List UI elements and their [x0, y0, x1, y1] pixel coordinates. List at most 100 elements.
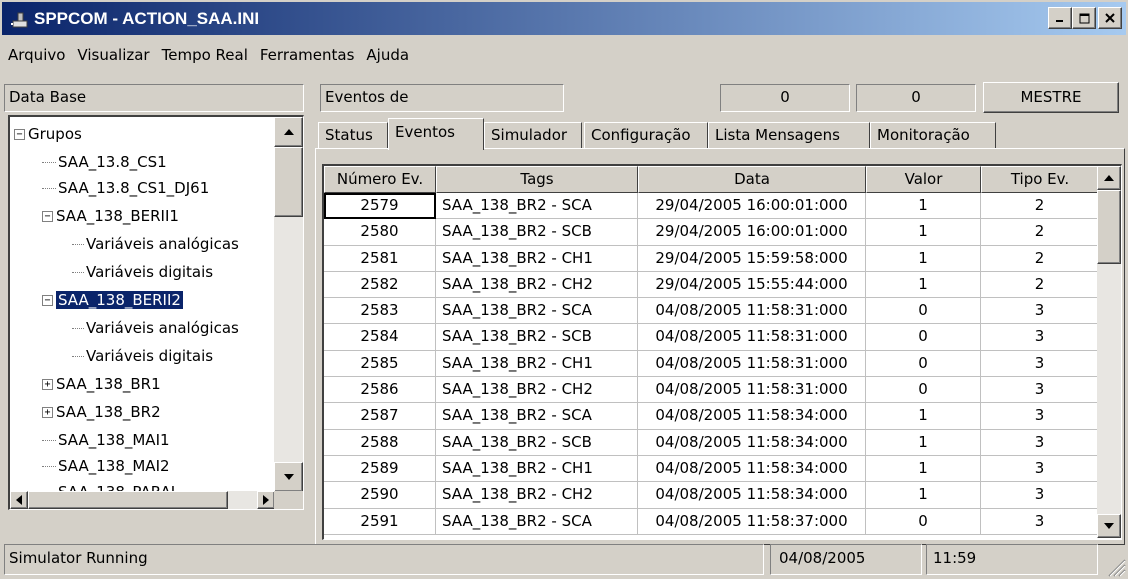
scroll-left-button[interactable]	[10, 491, 28, 509]
cell-data[interactable]: 04/08/2005 11:58:31:000	[638, 298, 866, 325]
menu-ferramentas[interactable]: Ferramentas	[254, 44, 361, 68]
expand-icon[interactable]: +	[42, 378, 53, 390]
table-row[interactable]: 2579 SAA_138_BR2 - SCA 29/04/2005 16:00:01…	[324, 193, 1099, 220]
tab-lista-mensagens[interactable]: Lista Mensagens	[708, 122, 870, 148]
table-row[interactable]: 2587 SAA_138_BR2 - SCA 04/08/2005 11:58:34…	[324, 403, 1099, 430]
cell-numero[interactable]: 2588	[324, 429, 436, 456]
table-row[interactable]: 2584 SAA_138_BR2 - SCB 04/08/2005 11:58:31…	[324, 324, 1099, 351]
grid-scroll-up-button[interactable]	[1097, 166, 1121, 190]
scroll-right-button[interactable]	[257, 491, 275, 509]
cell-tags[interactable]: SAA_138_BR2 - SCA	[436, 508, 638, 535]
cell-data[interactable]: 29/04/2005 16:00:01:000	[638, 193, 866, 220]
cell-numero[interactable]: 2586	[324, 377, 436, 404]
cell-tipo[interactable]: 3	[981, 350, 1099, 378]
column-header-tipo[interactable]: Tipo Ev.	[981, 166, 1099, 193]
cell-data[interactable]: 04/08/2005 11:58:34:000	[638, 429, 866, 456]
cell-numero[interactable]: 2583	[324, 298, 436, 325]
table-row[interactable]: 2590 SAA_138_BR2 - CH2 04/08/2005 11:58:34…	[324, 482, 1099, 509]
cell-numero[interactable]: 2579	[324, 193, 436, 220]
title-bar[interactable]: SPPCOM - ACTION_SAA.INI	[2, 2, 1126, 35]
cell-tags[interactable]: SAA_138_BR2 - SCA	[436, 298, 638, 325]
cell-numero[interactable]: 2580	[324, 219, 436, 246]
table-row[interactable]: 2582 SAA_138_BR2 - CH2 29/04/2005 15:55:44…	[324, 271, 1099, 299]
expand-icon[interactable]: +	[42, 406, 53, 418]
cell-numero[interactable]: 2584	[324, 324, 436, 351]
maximize-button[interactable]	[1072, 7, 1096, 29]
table-row[interactable]: 2581 SAA_138_BR2 - CH1 29/04/2005 15:59:58…	[324, 245, 1099, 272]
tree-item[interactable]: + SAA_138_BR2	[42, 399, 161, 425]
cell-tags[interactable]: SAA_138_BR2 - SCB	[436, 219, 638, 246]
cell-tipo[interactable]: 3	[981, 377, 1099, 404]
cell-tipo[interactable]: 3	[981, 482, 1099, 509]
cell-tipo[interactable]: 3	[981, 298, 1099, 325]
cell-tags[interactable]: SAA_138_BR2 - CH2	[436, 377, 638, 404]
cell-numero[interactable]: 2590	[324, 482, 436, 509]
cell-valor[interactable]: 1	[866, 219, 981, 246]
tab-simulador[interactable]: Simulador	[484, 122, 582, 148]
tree-item[interactable]: Variáveis analógicas	[72, 231, 239, 257]
events-grid[interactable]: Número Ev. Tags Data Valor Tipo Ev. 2579…	[322, 164, 1122, 540]
cell-data[interactable]: 04/08/2005 11:58:31:000	[638, 377, 866, 404]
tree-vertical-scrollbar[interactable]	[274, 117, 303, 492]
mestre-button[interactable]: MESTRE	[983, 82, 1119, 113]
collapse-icon[interactable]: −	[42, 294, 53, 306]
column-header-tags[interactable]: Tags	[436, 166, 638, 193]
scroll-thumb[interactable]	[274, 147, 303, 217]
cell-tags[interactable]: SAA_138_BR2 - SCB	[436, 429, 638, 456]
cell-tipo[interactable]: 2	[981, 271, 1099, 299]
cell-tags[interactable]: SAA_138_BR2 - CH2	[436, 271, 638, 299]
grid-vertical-scrollbar[interactable]	[1097, 166, 1121, 538]
tab-status[interactable]: Status	[318, 122, 388, 148]
minimize-button[interactable]	[1048, 7, 1072, 29]
tree-item[interactable]: SAA_138_MAI1	[42, 427, 170, 453]
menu-visualizar[interactable]: Visualizar	[71, 44, 155, 68]
tree-item-selected[interactable]: − SAA_138_BERII2	[42, 287, 184, 313]
cell-valor[interactable]: 1	[866, 429, 981, 456]
cell-valor[interactable]: 1	[866, 245, 981, 272]
cell-valor[interactable]: 1	[866, 271, 981, 299]
scroll-thumb-horizontal[interactable]	[28, 491, 228, 509]
cell-tipo[interactable]: 3	[981, 403, 1099, 430]
scroll-up-button[interactable]	[274, 117, 303, 147]
tree-item[interactable]: SAA_138_MAI2	[42, 453, 170, 479]
cell-numero[interactable]: 2585	[324, 350, 436, 378]
tree-item[interactable]: + SAA_138_BR1	[42, 371, 161, 397]
tree-item[interactable]: − SAA_138_BERII1	[42, 203, 179, 229]
cell-valor[interactable]: 1	[866, 403, 981, 430]
tree-horizontal-scrollbar[interactable]	[10, 491, 275, 509]
resize-grip-icon[interactable]	[1104, 555, 1126, 577]
cell-numero[interactable]: 2589	[324, 455, 436, 483]
grid-scroll-thumb[interactable]	[1097, 190, 1121, 264]
menu-ajuda[interactable]: Ajuda	[360, 44, 415, 68]
cell-valor[interactable]: 0	[866, 350, 981, 378]
table-row[interactable]: 2580 SAA_138_BR2 - SCB 29/04/2005 16:00:01…	[324, 219, 1099, 246]
cell-data[interactable]: 29/04/2005 16:00:01:000	[638, 219, 866, 246]
cell-valor[interactable]: 1	[866, 193, 981, 220]
cell-data[interactable]: 04/08/2005 11:58:34:000	[638, 482, 866, 509]
cell-numero[interactable]: 2587	[324, 403, 436, 430]
column-header-valor[interactable]: Valor	[866, 166, 981, 193]
cell-tags[interactable]: SAA_138_BR2 - CH2	[436, 482, 638, 509]
cell-data[interactable]: 04/08/2005 11:58:31:000	[638, 324, 866, 351]
cell-numero[interactable]: 2582	[324, 271, 436, 299]
cell-valor[interactable]: 0	[866, 324, 981, 351]
cell-data[interactable]: 29/04/2005 15:55:44:000	[638, 271, 866, 299]
table-row[interactable]: 2583 SAA_138_BR2 - SCA 04/08/2005 11:58:31…	[324, 298, 1099, 325]
cell-tipo[interactable]: 2	[981, 219, 1099, 246]
group-tree[interactable]: − Grupos SAA_13.8_CS1 SAA_13.8_CS1_DJ61 …	[8, 115, 304, 510]
tree-item[interactable]: SAA_13.8_CS1	[42, 149, 167, 175]
cell-tipo[interactable]: 2	[981, 245, 1099, 272]
tab-eventos[interactable]: Eventos	[388, 118, 484, 150]
cell-tags[interactable]: SAA_138_BR2 - CH1	[436, 455, 638, 483]
cell-data[interactable]: 04/08/2005 11:58:37:000	[638, 508, 866, 535]
cell-valor[interactable]: 1	[866, 455, 981, 483]
collapse-icon[interactable]: −	[14, 128, 25, 140]
cell-tipo[interactable]: 2	[981, 193, 1099, 220]
cell-data[interactable]: 04/08/2005 11:58:31:000	[638, 350, 866, 378]
cell-tags[interactable]: SAA_138_BR2 - SCA	[436, 193, 638, 220]
close-button[interactable]	[1098, 7, 1122, 29]
tree-item[interactable]: Variáveis digitais	[72, 259, 213, 285]
grid-scroll-down-button[interactable]	[1097, 514, 1121, 538]
cell-numero[interactable]: 2581	[324, 245, 436, 272]
tree-item[interactable]: Variáveis analógicas	[72, 315, 239, 341]
